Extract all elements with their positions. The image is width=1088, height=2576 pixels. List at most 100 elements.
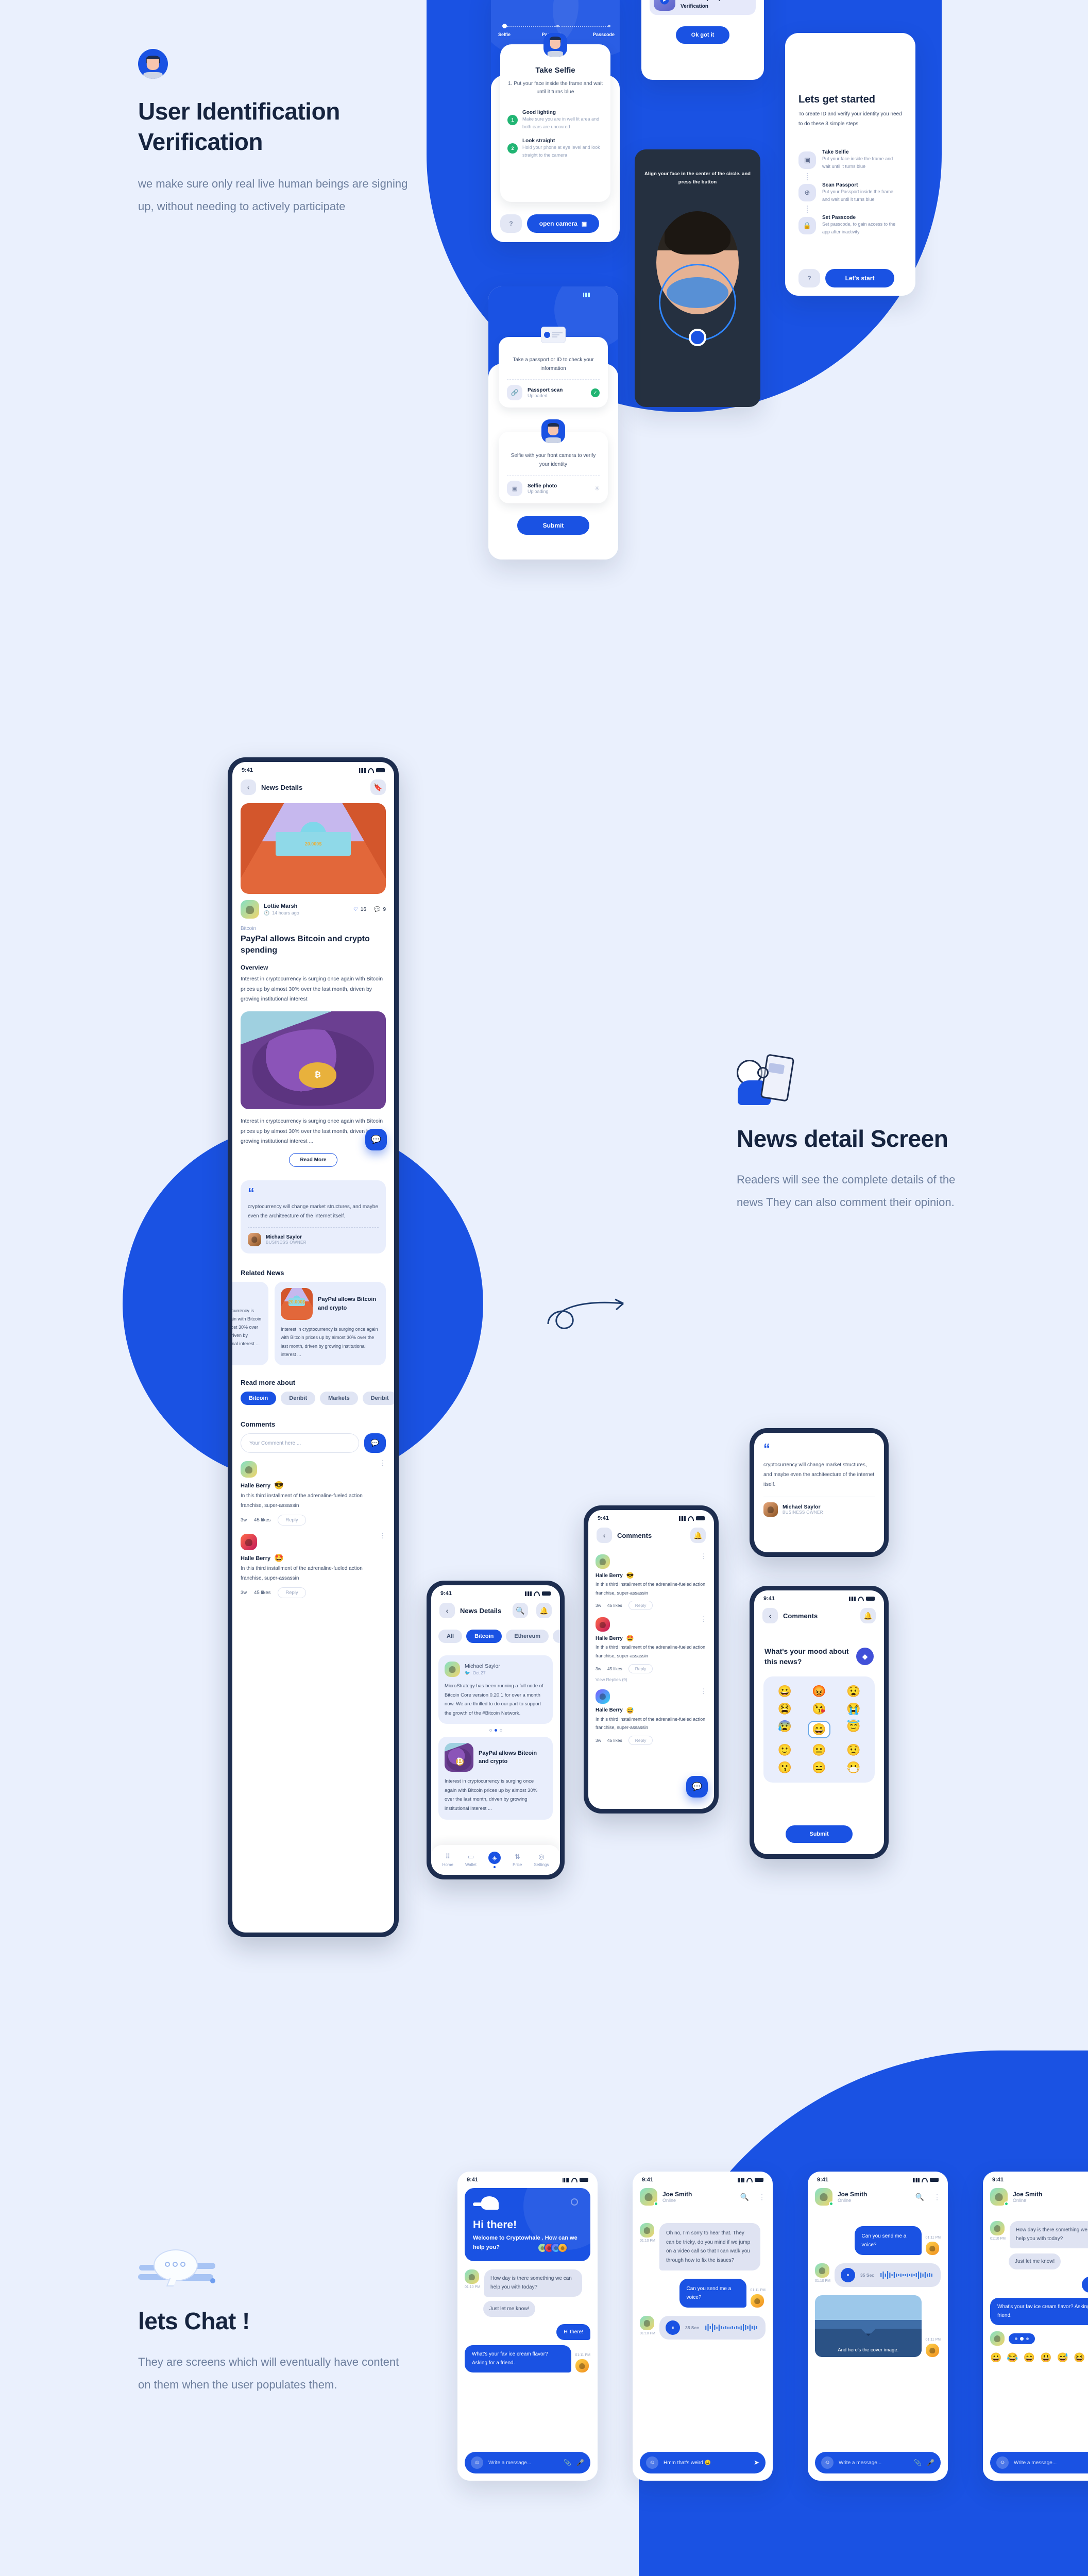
kebab-menu-icon[interactable]: ⋮ xyxy=(700,1553,707,1569)
quick-emoji[interactable]: 😄 xyxy=(1024,2353,1035,2362)
capture-button-icon[interactable] xyxy=(689,329,706,346)
phone-lets-get-started: Lets get started To create ID and verify… xyxy=(785,33,915,296)
feed-tab-bitcoin[interactable]: Bitcoin xyxy=(466,1630,502,1643)
view-replies-link[interactable]: View Replies (9) xyxy=(596,1677,707,1682)
tag-chip[interactable]: Deribit xyxy=(362,1392,394,1405)
pause-icon[interactable]: ⏸ xyxy=(840,2268,855,2282)
mood-emoji[interactable]: 😷 xyxy=(846,1761,860,1773)
pause-icon[interactable]: ⏸ xyxy=(665,2320,680,2335)
comment-fab[interactable]: 💬 xyxy=(365,1129,387,1150)
comment-input[interactable]: Your Comment here ... xyxy=(241,1433,359,1453)
kebab-menu-icon[interactable]: ⋮ xyxy=(758,2193,766,2200)
quick-emoji[interactable]: 😅 xyxy=(1057,2353,1068,2362)
mood-emoji[interactable]: 😘 xyxy=(812,1703,826,1715)
paperclip-icon[interactable]: 📎 xyxy=(914,2459,922,2466)
kebab-menu-icon[interactable]: ⋮ xyxy=(379,1532,386,1539)
tag-chip[interactable]: Markets xyxy=(320,1392,358,1405)
reply-button[interactable]: Reply xyxy=(628,1735,653,1745)
reply-button[interactable]: Reply xyxy=(278,1587,306,1599)
comment-icon[interactable]: 💬 xyxy=(374,907,380,912)
chat-input-bar[interactable]: ☺ Write a message... xyxy=(990,2452,1088,2473)
reply-button[interactable]: Reply xyxy=(278,1515,306,1526)
video-recommendation-card[interactable]: ▶ Watch the video How to do passport Ver… xyxy=(650,0,756,15)
ok-got-it-button[interactable]: Ok got it xyxy=(676,26,729,44)
tag-chip[interactable]: Bitcoin xyxy=(241,1392,277,1405)
mood-emoji[interactable]: 😫 xyxy=(778,1703,792,1715)
feed-tab-binance[interactable]: Binance xyxy=(553,1630,560,1643)
kebab-menu-icon[interactable]: ⋮ xyxy=(700,1688,707,1704)
quick-emoji[interactable]: 😂 xyxy=(1007,2353,1018,2362)
lets-start-button[interactable]: Let's start xyxy=(825,269,894,287)
back-button[interactable]: ‹ xyxy=(439,1603,455,1618)
step-label-selfie[interactable]: Selfie xyxy=(498,32,511,37)
submit-button[interactable]: Submit xyxy=(517,516,589,535)
kebab-menu-icon[interactable]: ⋮ xyxy=(700,1616,707,1632)
send-icon[interactable]: ➤ xyxy=(754,2459,759,2467)
tweet-card[interactable]: Michael Saylor 🐦 Oct 27 MicroStrategy ha… xyxy=(438,1655,553,1724)
bell-icon[interactable]: 🔔 xyxy=(690,1528,706,1543)
quick-emoji[interactable]: 😃 xyxy=(1040,2353,1051,2362)
kebab-menu-icon[interactable]: ⋮ xyxy=(933,2193,941,2200)
quick-emoji[interactable]: 😆 xyxy=(1074,2353,1085,2362)
open-camera-button[interactable]: open camera ▣ xyxy=(527,214,599,233)
search-icon[interactable]: 🔍 xyxy=(513,1603,528,1618)
nav-item-settings[interactable]: ◎ Settings xyxy=(534,1853,549,1867)
chat-image[interactable]: And here's the cover image. xyxy=(815,2295,922,2357)
mood-emoji[interactable]: 😰 xyxy=(778,1720,792,1738)
nav-item-home[interactable]: ⠿ Home xyxy=(443,1853,453,1867)
related-card[interactable]: Bitcoin Interest in cryptocurrency is su… xyxy=(232,1281,268,1366)
mood-emoji[interactable]: 😑 xyxy=(812,1761,826,1773)
mood-emoji[interactable]: 😟 xyxy=(846,1744,860,1756)
mood-emoji[interactable]: 😗 xyxy=(778,1761,792,1773)
mood-emoji[interactable]: 😧 xyxy=(846,1685,860,1697)
question-mark-icon[interactable]: ? xyxy=(798,269,820,287)
back-button[interactable]: ‹ xyxy=(762,1608,778,1623)
mood-submit-button[interactable]: Submit xyxy=(786,1825,853,1843)
nav-item-price[interactable]: ⇅ Price xyxy=(513,1853,522,1867)
chat-input-bar[interactable]: ☺ Hmm that's weird 😐 ➤ xyxy=(640,2452,766,2473)
microphone-icon[interactable]: 🎤 xyxy=(576,2459,584,2466)
feed-tab-ethereum[interactable]: Ethereum xyxy=(506,1630,549,1643)
quick-emoji[interactable]: 😀 xyxy=(990,2353,1001,2362)
message-time: 01:10 PM xyxy=(640,2239,655,2243)
reply-button[interactable]: Reply xyxy=(628,1664,653,1673)
chat-input-bar[interactable]: ☺ Write a message... 📎 🎤 xyxy=(815,2452,941,2473)
comment-fab[interactable]: 💬 xyxy=(686,1776,708,1798)
feed-news-card[interactable]: PayPal allows Bitcoin and crypto Interes… xyxy=(438,1737,553,1820)
paperclip-icon[interactable]: 📎 xyxy=(564,2459,571,2466)
comment-send-button[interactable]: 💬 xyxy=(364,1433,386,1453)
mood-emoji[interactable]: 😡 xyxy=(812,1685,826,1697)
tag-chip[interactable]: Deribit xyxy=(281,1392,316,1405)
related-card[interactable]: PayPal allows Bitcoin and crypto Interes… xyxy=(275,1281,386,1366)
microphone-icon[interactable]: 🎤 xyxy=(927,2459,934,2466)
bell-icon[interactable]: 🔔 xyxy=(860,1608,876,1623)
bookmark-icon[interactable]: 🔖 xyxy=(370,779,386,795)
kebab-menu-icon[interactable]: ⋮ xyxy=(379,1460,386,1466)
feed-tab-all[interactable]: All xyxy=(438,1630,463,1643)
read-more-button[interactable]: Read More xyxy=(289,1153,337,1167)
chat-message-in: 01:10 PM Oh no, I'm sorry to hear that. … xyxy=(633,2206,773,2270)
reply-button[interactable]: Reply xyxy=(628,1601,653,1611)
question-mark-icon[interactable]: ? xyxy=(500,214,522,233)
search-icon[interactable]: 🔍 xyxy=(915,2193,924,2201)
smiley-icon[interactable]: ☺ xyxy=(821,2456,834,2469)
phone-news-feed: 9:41 ‹ News Details 🔍 🔔 All Bitcoin Ethe… xyxy=(427,1581,565,1879)
nav-item-wallet[interactable]: ▭ Wallet xyxy=(465,1853,477,1867)
smiley-icon[interactable]: ☺ xyxy=(471,2456,483,2469)
step-label-passcode[interactable]: Passcode xyxy=(593,32,615,37)
search-icon[interactable]: 🔍 xyxy=(740,2193,749,2201)
smiley-icon[interactable]: ☺ xyxy=(646,2456,658,2469)
chat-input-bar[interactable]: ☺ Write a message... 📎 🎤 xyxy=(465,2452,590,2473)
mood-emoji-selected[interactable]: 😄 xyxy=(808,1720,830,1738)
mood-emoji[interactable]: 😀 xyxy=(778,1685,792,1697)
heart-icon[interactable]: ♡ xyxy=(353,907,358,912)
mood-emoji[interactable]: 🙂 xyxy=(778,1744,792,1756)
mood-emoji[interactable]: 😇 xyxy=(846,1720,860,1738)
back-button[interactable]: ‹ xyxy=(241,779,256,795)
mood-emoji[interactable]: 😭 xyxy=(846,1703,860,1715)
back-button[interactable]: ‹ xyxy=(597,1528,612,1543)
smiley-icon[interactable]: ☺ xyxy=(996,2456,1009,2469)
mood-emoji[interactable]: 😐 xyxy=(812,1744,826,1756)
nav-item-compass[interactable]: ◈ xyxy=(488,1852,501,1868)
bell-icon[interactable]: 🔔 xyxy=(536,1603,552,1618)
